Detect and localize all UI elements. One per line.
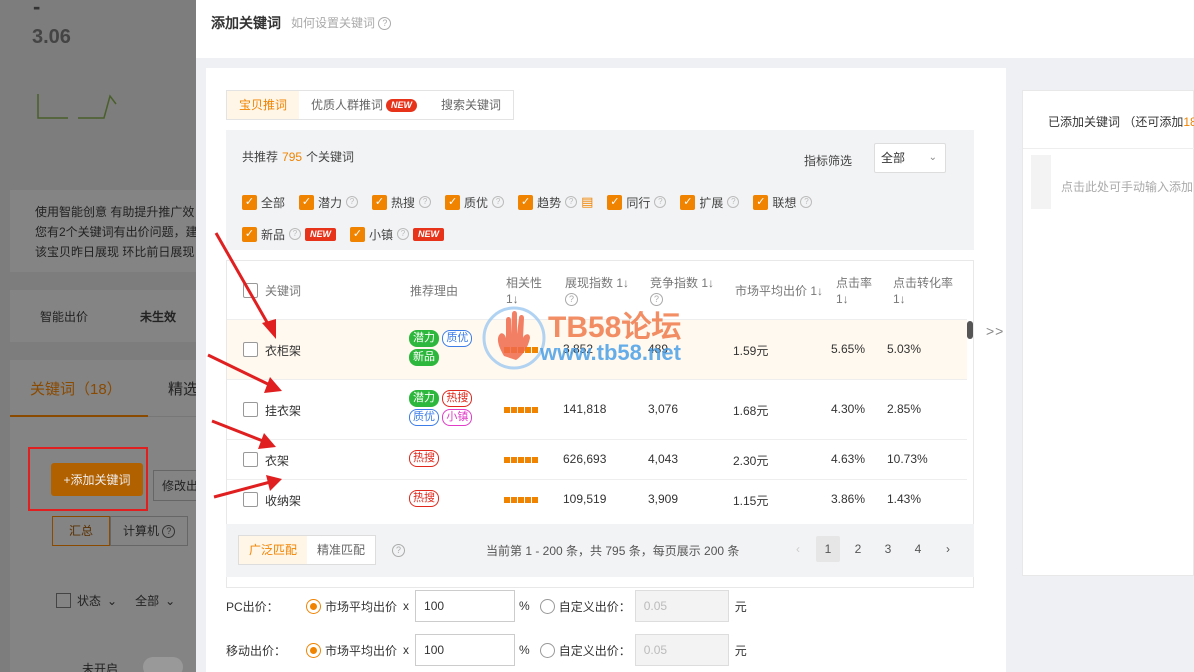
bg-subtab-summary[interactable]: 汇总 bbox=[52, 516, 110, 546]
match-type-tabs: 广泛匹配 精准匹配 bbox=[238, 535, 377, 565]
match-exact-tab[interactable]: 精准匹配 bbox=[307, 536, 375, 564]
manual-input-hint[interactable]: 点击此处可手动输入添加 bbox=[1061, 178, 1193, 195]
drawer-header: 添加关键词 如何设置关键词 ? bbox=[196, 0, 1194, 58]
pc-market-radio[interactable] bbox=[306, 598, 321, 614]
metric-filter-label: 指标筛选 bbox=[803, 154, 852, 168]
bg-notice-card: 使用智能创意 有助提升推广效 您有2个关键词有出价问题，建 该宝贝昨日展现 环比… bbox=[10, 190, 196, 272]
check-associate[interactable]: ✓ 联想? bbox=[753, 194, 813, 211]
help-link[interactable]: 如何设置关键词 ? bbox=[291, 14, 392, 31]
mobile-custom-radio[interactable] bbox=[539, 642, 555, 658]
recommend-tabs: 宝贝推词 优质人群推词 NEW 搜索关键词 bbox=[226, 90, 515, 120]
mobile-bid-row: 移动出价： 市场平均出价 x 100 % 自定义出价： 0.05 元 bbox=[226, 634, 747, 666]
background-page: - 3.06 使用智能创意 有助提升推广效 您有2个关键词有出价问题，建 该宝贝… bbox=[0, 0, 196, 672]
pagination: ‹ 1 2 3 4 › bbox=[786, 536, 960, 562]
manual-input-area[interactable] bbox=[1031, 155, 1051, 209]
next-page-icon[interactable]: › bbox=[936, 536, 960, 562]
annotation-red-box bbox=[28, 447, 148, 511]
help-icon: ? bbox=[289, 228, 302, 240]
keyword-recommend-area: 宝贝推词 优质人群推词 NEW 搜索关键词 共推荐 795 个关键词 指标筛选 全部 ⌄… bbox=[206, 68, 1006, 672]
table-header: 关键词 推荐理由 相关性 1↓ 展现指数 1↓? 竞争指数 1↓? 市场平均出价 … bbox=[227, 261, 967, 319]
tab-search-keyword[interactable]: 搜索关键词 bbox=[429, 91, 513, 119]
table-scrollbar[interactable] bbox=[967, 321, 973, 339]
added-keywords-title: 已添加关键词 （还可添加18 bbox=[1048, 115, 1194, 129]
check-peer[interactable]: ✓ 同行? bbox=[607, 194, 667, 211]
tab-item-recommend[interactable]: 宝贝推词 bbox=[227, 91, 300, 119]
pc-custom-input[interactable]: 0.05 bbox=[634, 590, 729, 622]
move-right-icon[interactable]: >> bbox=[986, 323, 1004, 339]
table-row: 衣架 热搜 626,693 4,043 2.30元 4.63% 10.73% bbox=[227, 439, 967, 479]
bg-tab-keywords[interactable]: 关键词（18） bbox=[30, 378, 122, 399]
relevance-bars bbox=[504, 407, 538, 413]
help-icon: ? bbox=[419, 196, 432, 208]
page-info: 当前第 1 - 200 条，共 795 条，每页展示 200 条 bbox=[486, 544, 740, 558]
table-footer: 广泛匹配 精准匹配 ? 当前第 1 - 200 条，共 795 条，每页展示 2… bbox=[226, 524, 974, 577]
relevance-bars bbox=[504, 347, 538, 353]
page-4[interactable]: 4 bbox=[906, 536, 930, 562]
check-trend[interactable]: ✓ 趋势? ▤ bbox=[518, 194, 593, 211]
pc-custom-radio[interactable] bbox=[539, 598, 555, 614]
check-all[interactable]: ✓ 全部 bbox=[242, 194, 285, 211]
help-icon: ? bbox=[392, 544, 405, 557]
help-icon: ? bbox=[565, 196, 578, 208]
help-icon: ? bbox=[378, 17, 392, 31]
tab-crowd-recommend[interactable]: 优质人群推词 NEW bbox=[299, 91, 429, 119]
page-2[interactable]: 2 bbox=[846, 536, 870, 562]
check-quality[interactable]: ✓ 质优? bbox=[445, 194, 505, 211]
table-row: 衣柜架 潜力 质优 新品 3,852 489 1.59元 5.65% 5.03% bbox=[227, 319, 967, 379]
added-keywords-panel: 已添加关键词 （还可添加18 点击此处可手动输入添加 bbox=[1022, 90, 1194, 576]
new-badge: NEW bbox=[386, 98, 418, 112]
recommend-count: 共推荐 795 个关键词 bbox=[242, 150, 355, 164]
mobile-percent-input[interactable]: 100 bbox=[415, 634, 516, 666]
table-row: 挂衣架 潜力 热搜 质优 小镇 141,818 3,076 1.68元 4.30… bbox=[227, 379, 967, 439]
bg-top-value: 3.06 bbox=[32, 26, 71, 48]
check-town[interactable]: ✓ 小镇? NEW bbox=[350, 226, 445, 243]
help-icon: ? bbox=[346, 196, 359, 208]
help-icon: ? bbox=[727, 196, 740, 208]
sparkline-chart bbox=[37, 94, 117, 119]
help-icon: ? bbox=[654, 196, 667, 208]
check-extend[interactable]: ✓ 扩展? bbox=[680, 194, 740, 211]
bg-smart-bid-card: 智能出价 未生效 bbox=[10, 290, 196, 342]
pc-bid-row: PC出价： 市场平均出价 x 100 % 自定义出价： 0.05 元 bbox=[226, 590, 747, 622]
drawer-title: 添加关键词 bbox=[211, 15, 281, 31]
bg-toggle[interactable] bbox=[143, 657, 183, 672]
metric-filter-select[interactable]: 全部 ⌄ bbox=[874, 143, 946, 173]
relevance-bars bbox=[504, 457, 538, 463]
check-hot[interactable]: ✓ 热搜? bbox=[372, 194, 432, 211]
check-potential[interactable]: ✓ 潜力? bbox=[299, 194, 359, 211]
modify-bid-button[interactable]: 修改出 bbox=[153, 470, 196, 501]
mobile-market-radio[interactable] bbox=[306, 642, 321, 658]
tag-checkboxes: ✓ 全部 ✓ 潜力? ✓ 热搜? ✓ 质优? ✓ 趋势? ▤ ✓ 同行? ✓ 扩展? ✓ 联想? … bbox=[242, 186, 842, 250]
chevron-down-icon: ⌄ bbox=[928, 152, 937, 163]
bg-dash: - bbox=[33, 0, 41, 19]
table-row: 收纳架 热搜 109,519 3,909 1.15元 3.86% 1.43% bbox=[227, 479, 967, 519]
page-3[interactable]: 3 bbox=[876, 536, 900, 562]
page-1[interactable]: 1 bbox=[816, 536, 840, 562]
relevance-bars bbox=[504, 497, 538, 503]
mobile-custom-input[interactable]: 0.05 bbox=[634, 634, 729, 666]
annotation-arrows bbox=[207, 232, 282, 499]
note-icon[interactable]: ▤ bbox=[581, 194, 593, 210]
filter-area: 共推荐 795 个关键词 指标筛选 全部 ⌄ ✓ 全部 ✓ 潜力? ✓ 热搜? ✓ 质优? ✓… bbox=[226, 130, 974, 250]
add-keyword-drawer: 添加关键词 如何设置关键词 ? 宝贝推词 优质人群推词 NEW 搜索关键词 共推荐… bbox=[196, 0, 1194, 672]
pc-percent-input[interactable]: 100 bbox=[415, 590, 516, 622]
prev-page-icon[interactable]: ‹ bbox=[786, 536, 810, 562]
bg-subtab-pc[interactable]: 计算机 ? bbox=[110, 516, 188, 546]
help-icon: ? bbox=[397, 228, 410, 240]
help-icon: ? bbox=[800, 196, 813, 208]
help-icon: ? bbox=[492, 196, 505, 208]
match-broad-tab[interactable]: 广泛匹配 bbox=[239, 536, 308, 564]
